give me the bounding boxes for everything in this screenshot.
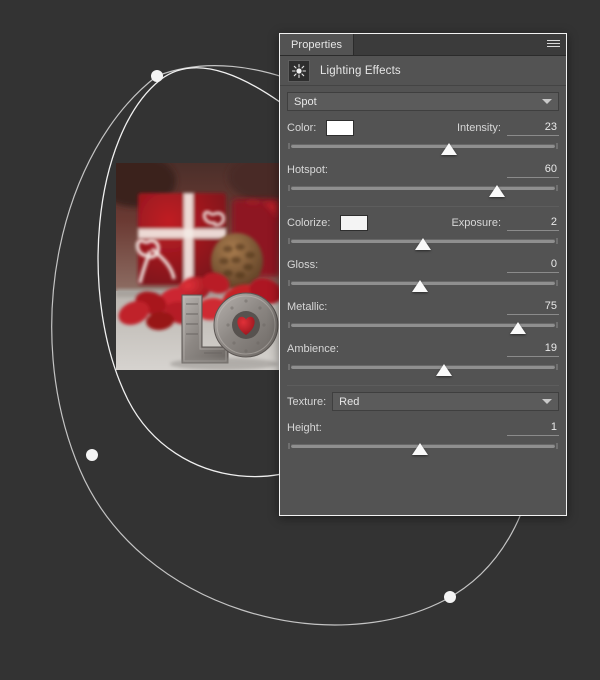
divider-2 — [287, 385, 559, 386]
metallic-row: Metallic: 75 — [287, 297, 559, 317]
group-ambience: Ambience: 19 — [287, 339, 559, 381]
color-swatch[interactable] — [326, 120, 355, 136]
hotspot-value[interactable]: 60 — [507, 163, 559, 178]
metallic-slider-thumb[interactable] — [510, 322, 527, 334]
panel-header: Lighting Effects — [280, 56, 566, 86]
texture-select[interactable]: Red — [332, 392, 559, 411]
handle-top[interactable] — [151, 70, 163, 82]
metallic-value[interactable]: 75 — [507, 300, 559, 315]
ambience-slider-track — [288, 364, 558, 370]
intensity-value[interactable]: 23 — [507, 121, 559, 136]
height-row: Height: 1 — [287, 418, 559, 438]
gloss-slider-thumb[interactable] — [412, 280, 429, 292]
group-color-intensity: Color: Intensity: 23 — [287, 118, 559, 160]
panel-menu-icon[interactable] — [540, 34, 566, 55]
hotspot-slider-track — [288, 185, 558, 191]
colorize-label: Colorize: — [287, 217, 331, 229]
tab-properties-label: Properties — [291, 38, 343, 51]
exposure-slider[interactable] — [288, 234, 558, 252]
ambience-value[interactable]: 19 — [507, 342, 559, 357]
ambience-label: Ambience: — [287, 343, 339, 355]
intensity-slider-track — [288, 143, 558, 149]
ambience-slider[interactable] — [288, 360, 558, 378]
ambience-row: Ambience: 19 — [287, 339, 559, 359]
color-intensity-row: Color: Intensity: 23 — [287, 118, 559, 138]
metallic-slider[interactable] — [288, 318, 558, 336]
exposure-value[interactable]: 2 — [507, 216, 559, 231]
hotspot-label: Hotspot: — [287, 164, 328, 176]
panel-tabstrip: Properties — [280, 34, 566, 56]
ambience-slider-thumb[interactable] — [436, 364, 453, 376]
light-type-select[interactable]: Spot — [287, 92, 559, 111]
group-colorize-exposure: Colorize: Exposure: 2 — [287, 213, 559, 255]
chevron-down-icon — [542, 98, 552, 104]
height-slider-thumb[interactable] — [412, 443, 429, 455]
chevron-down-icon — [542, 398, 552, 404]
photoshop-canvas-area: Properties Lighting Effects Spot Color: … — [0, 0, 600, 680]
hotspot-row: Hotspot: 60 — [287, 160, 559, 180]
gloss-row: Gloss: 0 — [287, 255, 559, 275]
light-type-value: Spot — [294, 95, 317, 108]
properties-panel: Properties Lighting Effects Spot Color: … — [279, 33, 567, 516]
height-label: Height: — [287, 422, 322, 434]
height-value[interactable]: 1 — [507, 421, 559, 436]
colorize-exposure-row: Colorize: Exposure: 2 — [287, 213, 559, 233]
texture-value: Red — [339, 395, 360, 408]
exposure-slider-thumb[interactable] — [415, 238, 431, 250]
group-gloss: Gloss: 0 — [287, 255, 559, 297]
metallic-label: Metallic: — [287, 301, 328, 313]
panel-body: Spot Color: Intensity: 23 Hotspot: 60 Co… — [280, 86, 566, 514]
handle-bottom-right[interactable] — [444, 591, 456, 603]
lighting-effects-icon — [288, 59, 310, 82]
intensity-slider[interactable] — [288, 139, 558, 157]
color-label: Color: — [287, 122, 317, 134]
group-height: Height: 1 — [287, 418, 559, 460]
letter-O — [213, 292, 279, 358]
divider-1 — [287, 206, 559, 207]
panel-menu-bars — [546, 40, 560, 49]
intensity-slider-thumb[interactable] — [441, 143, 458, 155]
valentine-photo-layer[interactable] — [116, 163, 280, 370]
intensity-label: Intensity: — [456, 122, 501, 134]
colorize-swatch[interactable] — [340, 215, 369, 231]
texture-label: Texture: — [287, 395, 327, 408]
group-hotspot: Hotspot: 60 — [287, 160, 559, 202]
gloss-value[interactable]: 0 — [507, 258, 559, 273]
gloss-slider[interactable] — [288, 276, 558, 294]
texture-row: Texture: Red — [287, 392, 559, 411]
height-slider[interactable] — [288, 439, 558, 457]
tab-properties[interactable]: Properties — [280, 34, 355, 55]
hotspot-slider[interactable] — [288, 181, 558, 199]
photo-artwork — [116, 163, 280, 370]
panel-title: Lighting Effects — [320, 64, 401, 77]
gloss-label: Gloss: — [287, 259, 319, 271]
light-type-row: Spot — [287, 92, 559, 111]
group-metallic: Metallic: 75 — [287, 297, 559, 339]
handle-left[interactable] — [86, 449, 98, 461]
hotspot-slider-thumb[interactable] — [488, 185, 505, 197]
exposure-label: Exposure: — [451, 217, 501, 229]
tabstrip-filler — [354, 34, 540, 55]
